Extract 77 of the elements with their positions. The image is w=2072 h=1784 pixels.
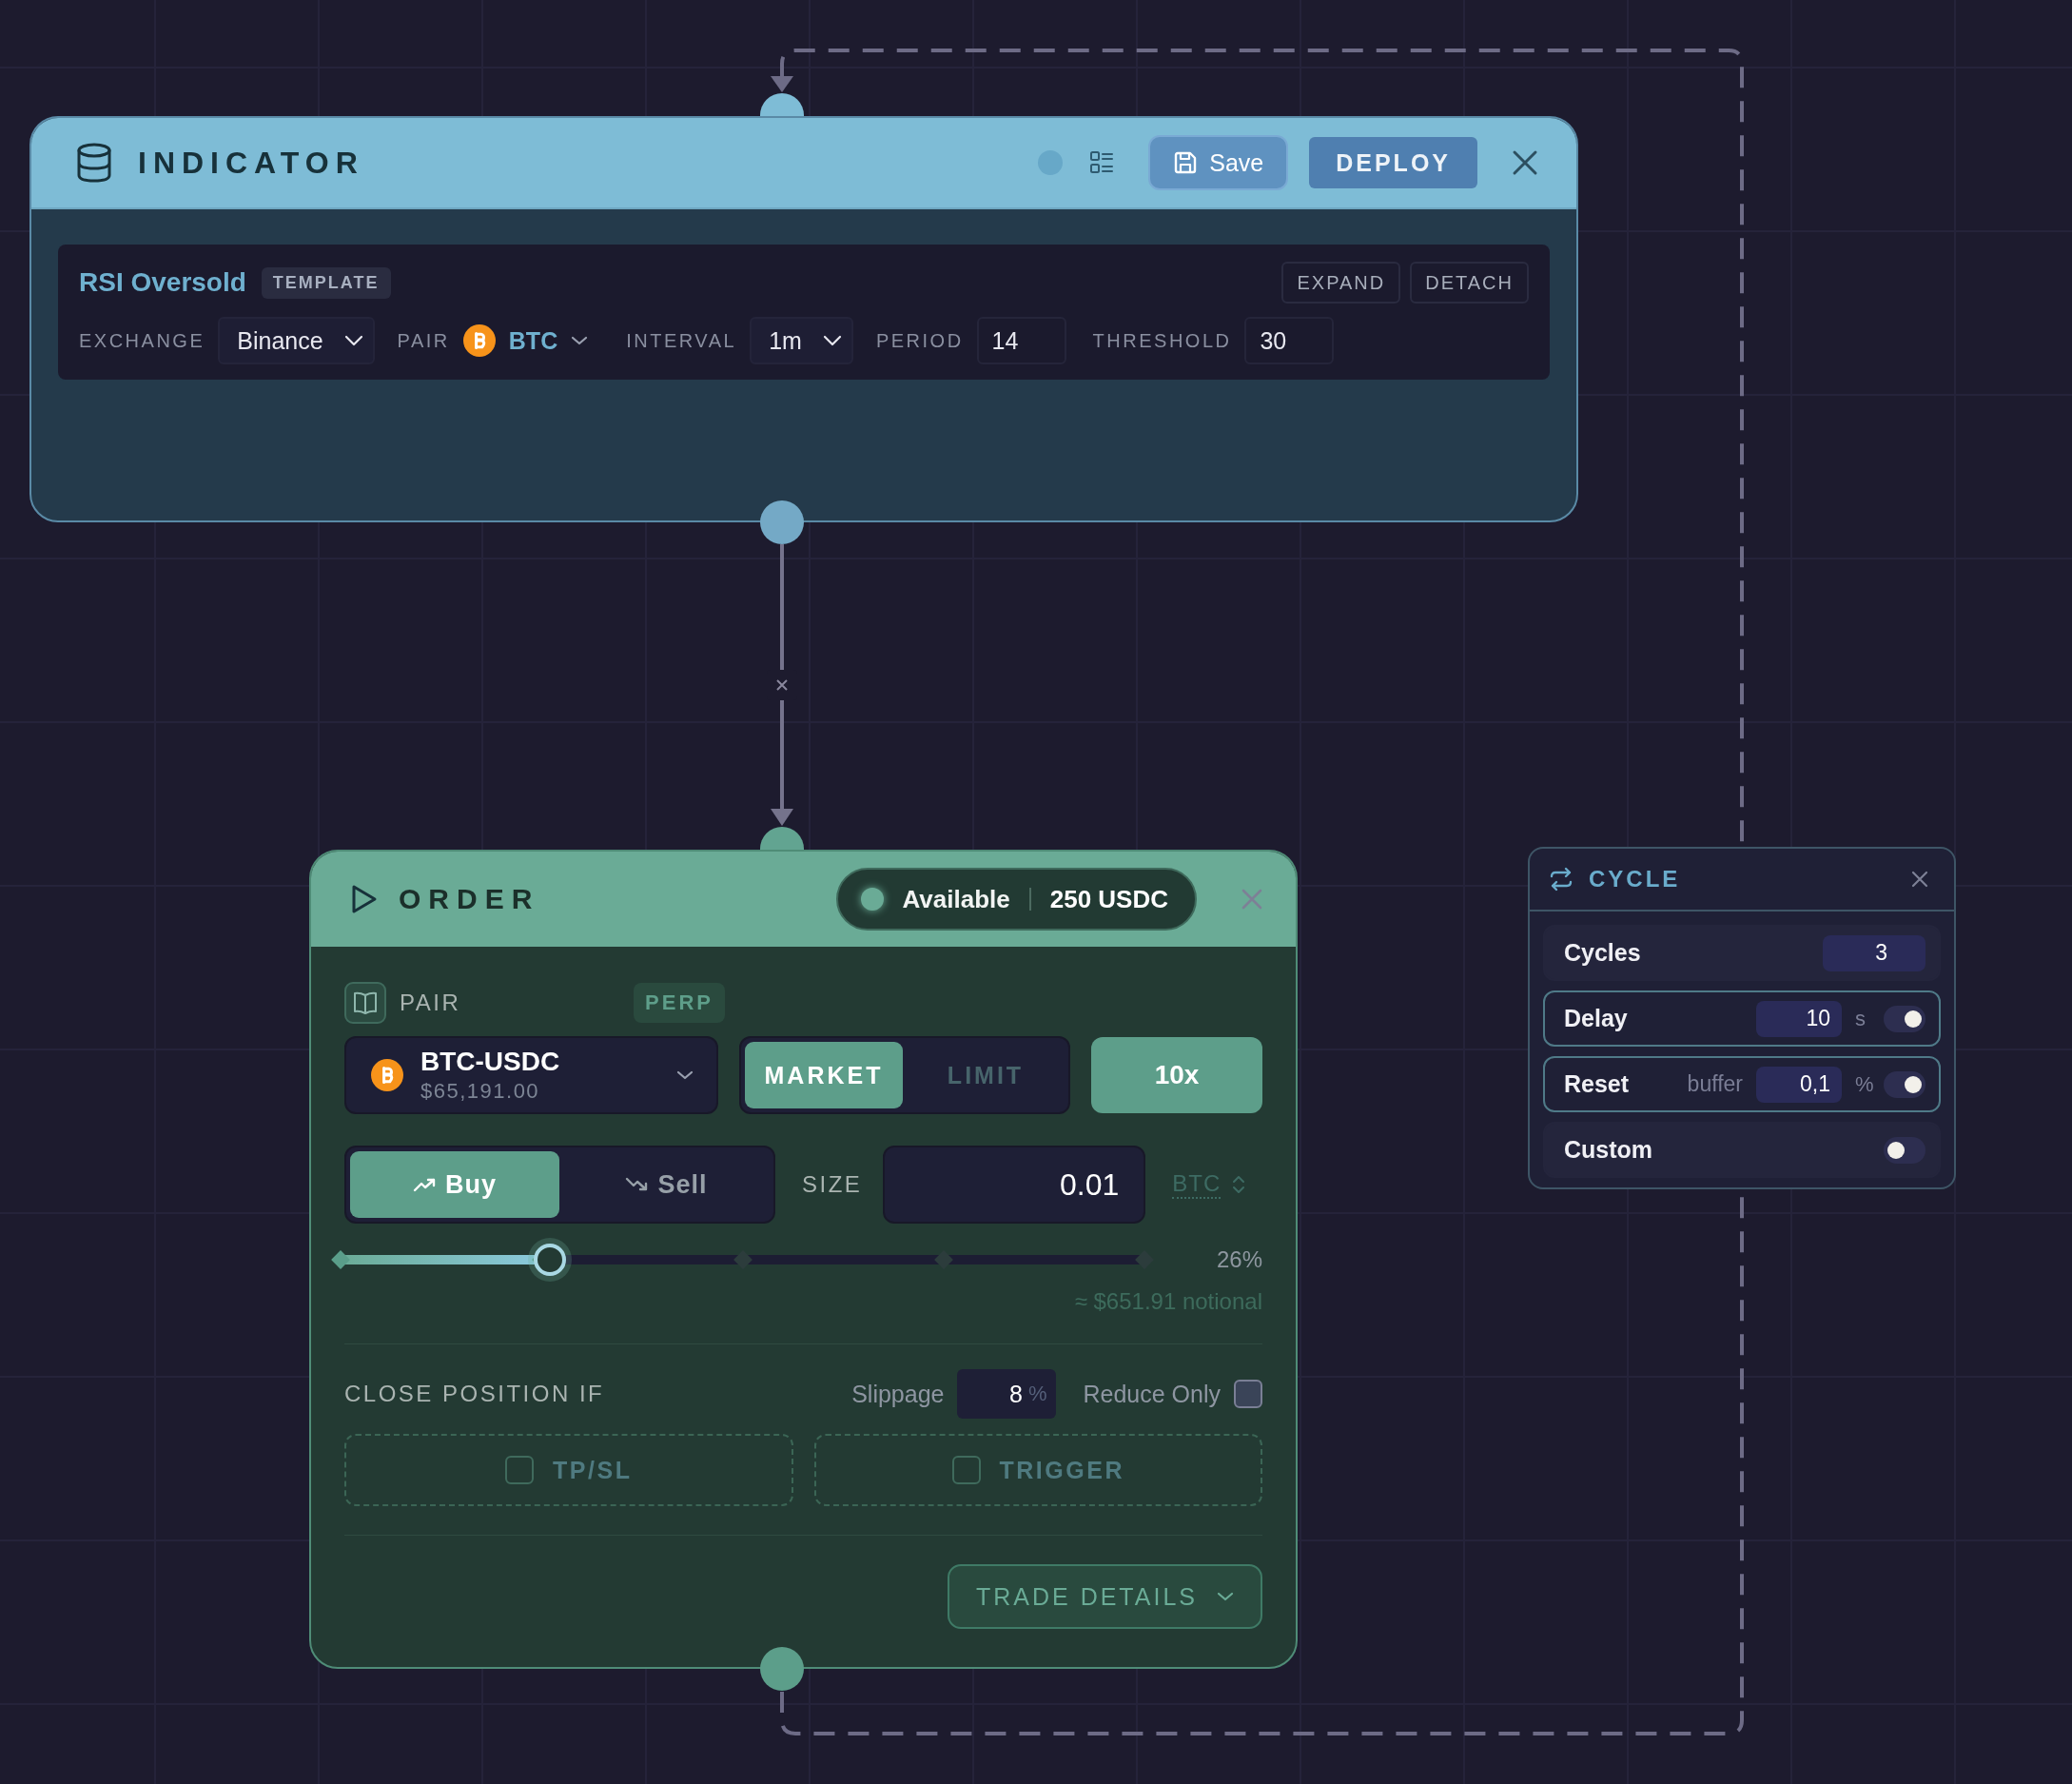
repeat-icon [1549,867,1574,892]
indicator-node[interactable]: INDICATOR Save DEPLOY RSI Oversold TEMPLATE EXPAND DETACH EXCHANGE Binance PAIR BTC INTERVAL 1m PERIOD 14 THRESHOLD 30 [29,116,1578,522]
layout-icon[interactable] [1089,150,1115,175]
port-handle[interactable] [760,827,804,850]
up-down-icon [1232,1175,1246,1194]
deploy-button[interactable]: DEPLOY [1309,137,1477,188]
condition-label: TRIGGER [999,1456,1124,1484]
strategy-name: RSI Oversold [79,267,246,298]
field-label: INTERVAL [626,329,737,352]
chevron-icon [1217,1591,1234,1602]
toggle-switch[interactable] [1884,1136,1925,1164]
size-field[interactable]: 0.01 [883,1146,1146,1224]
pair-dropdown[interactable]: BTC [462,324,589,357]
close-icon[interactable] [1910,870,1929,889]
text-field[interactable]: 30 [1244,317,1335,364]
checkbox[interactable] [505,1456,535,1484]
chevron-icon [676,1069,694,1081]
coin-icon [462,324,496,357]
setting-label: Custom [1564,1136,1653,1164]
card-action-button[interactable]: DETACH [1410,262,1529,304]
pair-name: BTC-USDC [420,1047,560,1077]
number-field[interactable]: 10 [1756,1000,1842,1037]
dropdown[interactable]: 1m [750,317,853,364]
balance-label: Available [902,884,1010,914]
save-icon [1173,150,1199,175]
balance-value: 250 USDC [1049,884,1168,914]
node-title: INDICATOR [138,145,364,181]
chevron-icon [822,334,842,347]
field-label: PERIOD [875,329,964,352]
field-label: EXCHANGE [79,329,205,352]
coin-icon [371,1059,403,1091]
slippage-field[interactable]: 8 % [957,1369,1057,1419]
section-label: PAIR [400,990,461,1016]
unit-label: s [1855,1006,1867,1031]
market-badge: PERP [634,983,725,1023]
node-title: ORDER [399,883,540,915]
port-handle[interactable] [760,93,804,116]
dropdown[interactable]: Binance [218,317,375,364]
setting-label: Cycles [1564,939,1641,967]
slippage-label: Slippage [851,1380,945,1408]
card-action-button[interactable]: EXPAND [1281,262,1401,304]
port-handle[interactable] [760,1647,804,1691]
trend-up-icon [413,1177,436,1192]
trend-down-icon [625,1177,649,1192]
field-label: PAIR [397,329,450,352]
trade-details-button[interactable]: TRADE DETAILS [947,1564,1262,1629]
node-title: CYCLE [1589,866,1681,892]
book-icon [344,982,386,1024]
template-badge: TEMPLATE [261,266,391,299]
pair-dropdown[interactable]: BTC-USDC $65,191.00 [344,1036,718,1114]
field-label: THRESHOLD [1092,329,1232,352]
port-handle[interactable] [760,500,804,544]
number-field[interactable]: 3 [1823,934,1925,971]
close-icon [774,677,790,693]
chevron-icon [571,335,589,346]
side-tab[interactable]: Sell [563,1151,770,1218]
slider-thumb[interactable] [533,1244,566,1276]
condition-label: TP/SL [553,1456,633,1484]
close-icon[interactable] [1512,149,1538,176]
size-label: SIZE [802,1171,863,1198]
setting-label: Delay [1564,1005,1628,1032]
reduce-only-label: Reduce Only [1083,1380,1221,1408]
setting-label: Reset [1564,1070,1630,1098]
status-dot [860,888,884,911]
checkbox[interactable] [951,1456,981,1484]
toggle-switch[interactable] [1884,1070,1925,1098]
cycle-node[interactable]: CYCLE Cycles 3 Delay 10 s Reset buffer 0,1 % Custom [1528,847,1956,1189]
number-field[interactable]: 0,1 [1756,1066,1842,1103]
section-label: CLOSE POSITION IF [344,1381,605,1407]
chevron-icon [343,334,363,347]
slider-reading: 26% [1216,1246,1262,1273]
setting-hint: buffer [1687,1071,1743,1097]
pair-price: $65,191.00 [420,1079,541,1104]
toggle-switch[interactable] [1884,1005,1925,1032]
checkbox[interactable] [1234,1380,1262,1408]
text-field[interactable]: 14 [976,317,1066,364]
database-icon [75,142,113,184]
